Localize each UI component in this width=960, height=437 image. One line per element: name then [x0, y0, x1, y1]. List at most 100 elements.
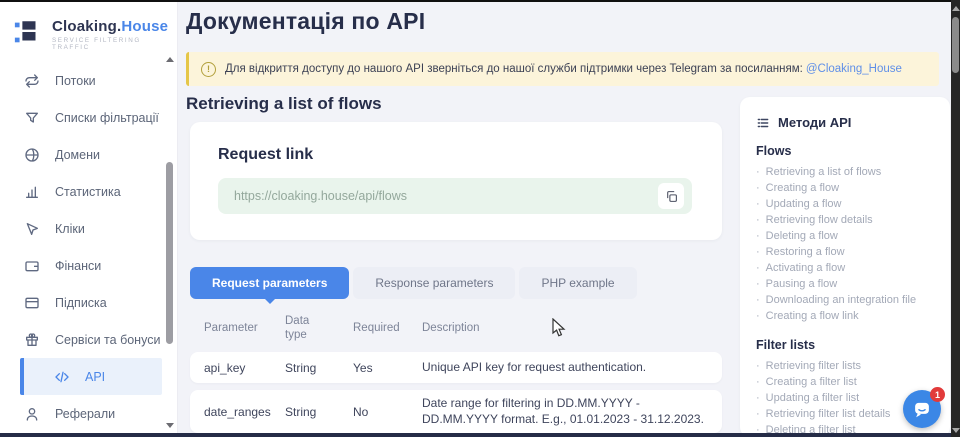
- browser-scrollbar-thumb[interactable]: [952, 17, 959, 73]
- tab-response-parameters[interactable]: Response parameters: [353, 267, 515, 299]
- column-header-required: Required: [353, 322, 422, 334]
- sidebar-item-label: Списки фільтрації: [55, 111, 159, 125]
- sidebar-item-label: Статистика: [55, 185, 121, 199]
- scroll-up-arrow[interactable]: [952, 6, 960, 11]
- section-title: Retrieving a list of flows: [186, 94, 382, 114]
- sidebar-item-filter-lists[interactable]: Списки фільтрації: [0, 99, 177, 136]
- logo-text: Cloaking.House SERVICE FILTERING TRAFFIC: [52, 18, 177, 51]
- sidebar-item-label: Потоки: [55, 74, 96, 88]
- window-bottom-edge: [0, 433, 951, 437]
- wallet-icon: [24, 258, 40, 274]
- method-link[interactable]: Creating a flow link: [756, 308, 934, 324]
- sidebar-scrollbar[interactable]: [165, 54, 175, 431]
- bar-chart-icon: [24, 184, 40, 200]
- logo-subtitle: SERVICE FILTERING TRAFFIC: [52, 37, 177, 51]
- telegram-link[interactable]: @Cloaking_House: [806, 63, 902, 75]
- cell-data-type: String: [285, 361, 353, 375]
- cursor-click-icon: [24, 221, 40, 237]
- chat-notification-badge: 1: [930, 387, 945, 402]
- methods-group-flows: Flows: [756, 144, 934, 158]
- scroll-down-arrow[interactable]: [952, 428, 960, 433]
- column-header-description: Description: [422, 322, 722, 334]
- column-header-parameter: Parameter: [204, 322, 285, 334]
- sidebar-item-statistics[interactable]: Статистика: [0, 173, 177, 210]
- tab-request-parameters[interactable]: Request parameters: [190, 267, 349, 299]
- cell-data-type: String: [285, 405, 353, 419]
- sidebar: Cloaking.House SERVICE FILTERING TRAFFIC…: [0, 2, 178, 433]
- sidebar-item-label: API: [85, 370, 105, 384]
- method-link[interactable]: Restoring a flow: [756, 244, 934, 260]
- cell-parameter: api_key: [204, 361, 285, 375]
- methods-group-filter-lists: Filter lists: [756, 338, 934, 352]
- api-access-notice: ! Для відкриття доступу до нашого API зв…: [186, 52, 939, 86]
- logo-title-dark: Cloaking.: [52, 18, 121, 35]
- sidebar-item-finance[interactable]: Фінанси: [0, 247, 177, 284]
- request-url-value: https://cloaking.house/api/flows: [234, 189, 658, 203]
- method-link[interactable]: Creating a flow: [756, 180, 934, 196]
- request-link-title: Request link: [218, 146, 313, 164]
- method-link[interactable]: Updating a flow: [756, 196, 934, 212]
- request-link-card: Request link https://cloaking.house/api/…: [190, 122, 722, 240]
- sidebar-item-label: Сервіси та бонуси: [55, 333, 160, 347]
- method-link[interactable]: Activating a flow: [756, 260, 934, 276]
- credit-card-icon: [24, 295, 40, 311]
- sidebar-scroll-down-arrow[interactable]: [166, 423, 174, 428]
- sidebar-nav: Потоки Списки фільтрації Домени Статисти…: [0, 62, 177, 432]
- sidebar-scroll-up-arrow[interactable]: [166, 57, 174, 62]
- sidebar-item-subscription[interactable]: Підписка: [0, 284, 177, 321]
- copy-icon: [665, 190, 678, 203]
- request-url-field[interactable]: https://cloaking.house/api/flows: [218, 178, 692, 214]
- gift-icon: [24, 332, 40, 348]
- method-link[interactable]: Creating a filter list: [756, 374, 934, 390]
- code-icon: [54, 369, 70, 385]
- logo-title-accent: House: [121, 18, 168, 35]
- person-icon: [24, 406, 40, 422]
- notice-text: Для відкриття доступу до нашого API звер…: [225, 63, 902, 75]
- sidebar-scrollbar-thumb[interactable]: [166, 162, 173, 344]
- tab-php-example[interactable]: PHP example: [519, 267, 636, 299]
- table-row-api-key: api_key String Yes Unique API key for re…: [190, 352, 722, 383]
- method-link[interactable]: Downloading an integration file: [756, 292, 934, 308]
- browser-scrollbar[interactable]: [951, 0, 960, 437]
- method-link[interactable]: Deleting a flow: [756, 228, 934, 244]
- cloaking-house-logo-icon: [13, 17, 43, 52]
- api-methods-title: Методи API: [778, 115, 851, 130]
- flows-sync-icon: [24, 73, 40, 89]
- sidebar-item-flows[interactable]: Потоки: [0, 62, 177, 99]
- cell-required: No: [353, 405, 422, 419]
- column-header-data-type: Data type: [285, 314, 327, 343]
- method-link[interactable]: Retrieving filter lists: [756, 358, 934, 374]
- parameter-tabs: Request parameters Response parameters P…: [190, 267, 637, 299]
- method-link[interactable]: Pausing a flow: [756, 276, 934, 292]
- filter-funnel-icon: [24, 110, 40, 126]
- sidebar-item-label: Фінанси: [55, 259, 101, 273]
- sidebar-item-referrals[interactable]: Реферали: [0, 395, 177, 432]
- info-icon: !: [201, 62, 216, 77]
- sidebar-item-clicks[interactable]: Кліки: [0, 210, 177, 247]
- api-methods-panel: Методи API Flows Retrieving a list of fl…: [740, 97, 950, 437]
- sidebar-item-api[interactable]: API: [20, 358, 162, 395]
- table-header-row: Parameter Data type Required Description: [190, 308, 722, 348]
- cell-parameter: date_ranges: [204, 405, 285, 419]
- sidebar-item-label: Кліки: [55, 222, 85, 236]
- page-title: Документація по API: [186, 8, 425, 35]
- sidebar-item-domains[interactable]: Домени: [0, 136, 177, 173]
- globe-icon: [24, 147, 40, 163]
- api-methods-header: Методи API: [756, 115, 934, 130]
- chat-bubble-icon: [911, 398, 933, 420]
- list-menu-icon: [756, 116, 770, 130]
- logo[interactable]: Cloaking.House SERVICE FILTERING TRAFFIC: [0, 2, 177, 54]
- sidebar-item-label: Підписка: [55, 296, 107, 310]
- sidebar-item-services[interactable]: Сервіси та бонуси: [0, 321, 177, 358]
- window-top-edge: [0, 0, 960, 2]
- flows-links: Retrieving a list of flows Creating a fl…: [756, 164, 934, 324]
- sidebar-item-label: Реферали: [55, 407, 115, 421]
- table-row-date-ranges: date_ranges String No Date range for fil…: [190, 390, 722, 433]
- cell-description: Unique API key for request authenticatio…: [422, 360, 722, 376]
- method-link[interactable]: Retrieving a list of flows: [756, 164, 934, 180]
- method-link[interactable]: Retrieving flow details: [756, 212, 934, 228]
- sidebar-item-label: Домени: [55, 148, 100, 162]
- cell-description: Date range for filtering in DD.MM.YYYY -…: [422, 396, 722, 427]
- cell-required: Yes: [353, 361, 422, 375]
- copy-url-button[interactable]: [658, 183, 684, 209]
